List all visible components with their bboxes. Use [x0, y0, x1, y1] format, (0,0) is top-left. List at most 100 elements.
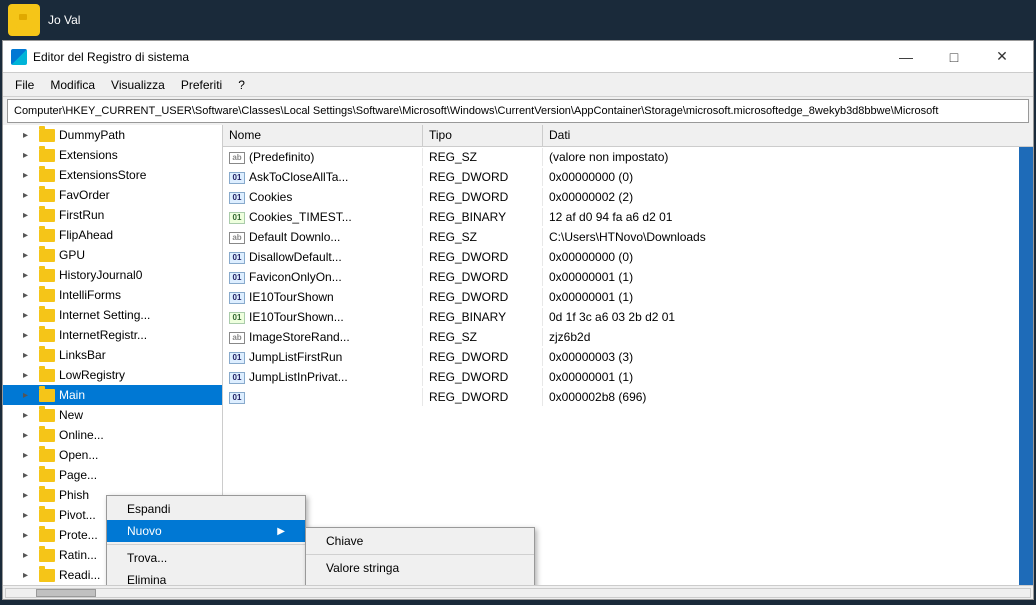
tree-item[interactable]: ▸FirstRun [3, 205, 222, 225]
tree-item[interactable]: ▸ Extensions [3, 145, 222, 165]
reg-cell-name: 01DisallowDefault... [223, 248, 423, 266]
address-bar[interactable]: Computer\HKEY_CURRENT_USER\Software\Clas… [7, 99, 1029, 123]
menu-file[interactable]: File [7, 76, 42, 94]
tree-arrow-icon: ▸ [23, 270, 35, 281]
registry-row[interactable]: 01IE10TourShown...REG_BINARY0d 1f 3c a6 … [223, 307, 1033, 327]
tree-item[interactable]: ▸FlipAhead [3, 225, 222, 245]
registry-row[interactable]: 01Cookies_TIMEST...REG_BINARY12 af d0 94… [223, 207, 1033, 227]
tree-arrow-icon: ▸ [23, 510, 35, 521]
registry-row[interactable]: 01REG_DWORD0x000002b8 (696) [223, 387, 1033, 407]
column-headers: Nome Tipo Dati [223, 125, 1033, 147]
reg-cell-type: REG_DWORD [423, 288, 543, 306]
tree-item[interactable]: ▸ExtensionsStore [3, 165, 222, 185]
folder-icon [39, 289, 55, 302]
tree-item[interactable]: ▸InternetRegistr... [3, 325, 222, 345]
close-button[interactable]: ✕ [979, 41, 1025, 73]
reg-cell-name: abImageStoreRand... [223, 328, 423, 346]
tree-item-label: LinksBar [59, 348, 106, 362]
reg-name-text: AskToCloseAllTa... [249, 170, 348, 184]
folder-icon [39, 189, 55, 202]
registry-row[interactable]: 01JumpListFirstRunREG_DWORD0x00000003 (3… [223, 347, 1033, 367]
menu-preferiti[interactable]: Preferiti [173, 76, 230, 94]
minimize-button[interactable]: — [883, 41, 929, 73]
tree-item[interactable]: ▸New [3, 405, 222, 425]
tree-item[interactable]: ▸LinksBar [3, 345, 222, 365]
context-menu: EspandiNuovo▶Trova...EliminaRinominaEspo… [106, 495, 306, 585]
tree-item[interactable]: ▸IntelliForms [3, 285, 222, 305]
registry-row[interactable]: 01IE10TourShownREG_DWORD0x00000001 (1) [223, 287, 1033, 307]
reg-cell-type: REG_BINARY [423, 208, 543, 226]
tree-item[interactable]: ▸LowRegistry [3, 365, 222, 385]
tree-arrow-icon: ▸ [23, 530, 35, 541]
registry-row[interactable]: ab(Predefinito)REG_SZ(valore non imposta… [223, 147, 1033, 167]
registry-row[interactable]: 01JumpListInPrivat...REG_DWORD0x00000001… [223, 367, 1033, 387]
horizontal-scroll-thumb[interactable] [36, 589, 96, 597]
registry-row[interactable]: 01FaviconOnlyOn...REG_DWORD0x00000001 (1… [223, 267, 1033, 287]
reg-cell-type: REG_SZ [423, 228, 543, 246]
registry-row[interactable]: abImageStoreRand...REG_SZzjz6b2d [223, 327, 1033, 347]
tree-item-label: Ratin... [59, 548, 97, 562]
right-scrollbar[interactable] [1019, 125, 1033, 585]
value-type-icon: 01 [229, 372, 245, 384]
reg-cell-name: abDefault Downlo... [223, 228, 423, 246]
reg-cell-type: REG_DWORD [423, 368, 543, 386]
horizontal-scroll-track[interactable] [5, 588, 1031, 598]
context-menu-item-expand[interactable]: Espandi [107, 498, 305, 520]
tree-arrow-icon: ▸ [23, 250, 35, 261]
folder-icon [39, 169, 55, 182]
context-menu-item-delete[interactable]: Elimina [107, 569, 305, 585]
context-menu-label: Trova... [127, 551, 167, 565]
tree-item-label: GPU [59, 248, 85, 262]
reg-name-text: Cookies [249, 190, 292, 204]
tree-item[interactable]: ▸Page... [3, 465, 222, 485]
reg-name-text: (Predefinito) [249, 150, 314, 164]
tree-item[interactable]: ▸DummyPath [3, 125, 222, 145]
registry-row[interactable]: abDefault Downlo...REG_SZC:\Users\HTNovo… [223, 227, 1033, 247]
reg-cell-data: 0x00000001 (1) [543, 368, 1033, 386]
tree-arrow-icon: ▸ [23, 370, 35, 381]
menu-visualizza[interactable]: Visualizza [103, 76, 173, 94]
folder-icon [39, 369, 55, 382]
tree-item-label: Main [59, 388, 85, 402]
registry-row[interactable]: 01AskToCloseAllTa...REG_DWORD0x00000000 … [223, 167, 1033, 187]
reg-cell-data: 0x00000002 (2) [543, 188, 1033, 206]
tree-item[interactable]: ▸ GPU [3, 245, 222, 265]
bottom-scrollbar[interactable] [3, 585, 1033, 599]
tree-item[interactable]: ▸Open... [3, 445, 222, 465]
folder-icon [39, 209, 55, 222]
tree-item[interactable]: ▸Internet Setting... [3, 305, 222, 325]
tree-item-label: Internet Setting... [59, 308, 150, 322]
reg-name-text: ImageStoreRand... [249, 330, 350, 344]
reg-cell-data: 0x00000000 (0) [543, 248, 1033, 266]
reg-cell-data: 0d 1f 3c a6 03 2b d2 01 [543, 308, 1033, 326]
menu-modifica[interactable]: Modifica [42, 76, 103, 94]
folder-icon [39, 349, 55, 362]
submenu-item-new-key[interactable]: Chiave [306, 530, 534, 552]
tree-item-label: FirstRun [59, 208, 104, 222]
reg-cell-data: 0x000002b8 (696) [543, 388, 1033, 406]
folder-icon [39, 489, 55, 502]
folder-icon [39, 549, 55, 562]
submenu-item-new-binary[interactable]: Valore binario [306, 579, 534, 585]
folder-icon [39, 269, 55, 282]
tree-item[interactable]: ▸HistoryJournal0 [3, 265, 222, 285]
tree-arrow-icon: ▸ [23, 410, 35, 421]
tree-item[interactable]: ▸Main [3, 385, 222, 405]
taskbar-app-icon[interactable] [8, 4, 40, 36]
tree-arrow-icon: ▸ [23, 150, 35, 161]
value-type-icon: 01 [229, 352, 245, 364]
submenu-item-new-string[interactable]: Valore stringa [306, 557, 534, 579]
reg-cell-type: REG_SZ [423, 328, 543, 346]
reg-name-text: FaviconOnlyOn... [249, 270, 342, 284]
maximize-button[interactable]: □ [931, 41, 977, 73]
registry-editor-window: Editor del Registro di sistema — □ ✕ Fil… [2, 40, 1034, 600]
context-menu-item-find[interactable]: Trova... [107, 547, 305, 569]
registry-row[interactable]: 01DisallowDefault...REG_DWORD0x00000000 … [223, 247, 1033, 267]
context-menu-item-new[interactable]: Nuovo▶ [107, 520, 305, 542]
folder-icon [39, 529, 55, 542]
tree-item-label: Extensions [59, 148, 118, 162]
registry-row[interactable]: 01CookiesREG_DWORD0x00000002 (2) [223, 187, 1033, 207]
menu-help[interactable]: ? [230, 76, 253, 94]
tree-item[interactable]: ▸FavOrder [3, 185, 222, 205]
tree-item[interactable]: ▸Online... [3, 425, 222, 445]
